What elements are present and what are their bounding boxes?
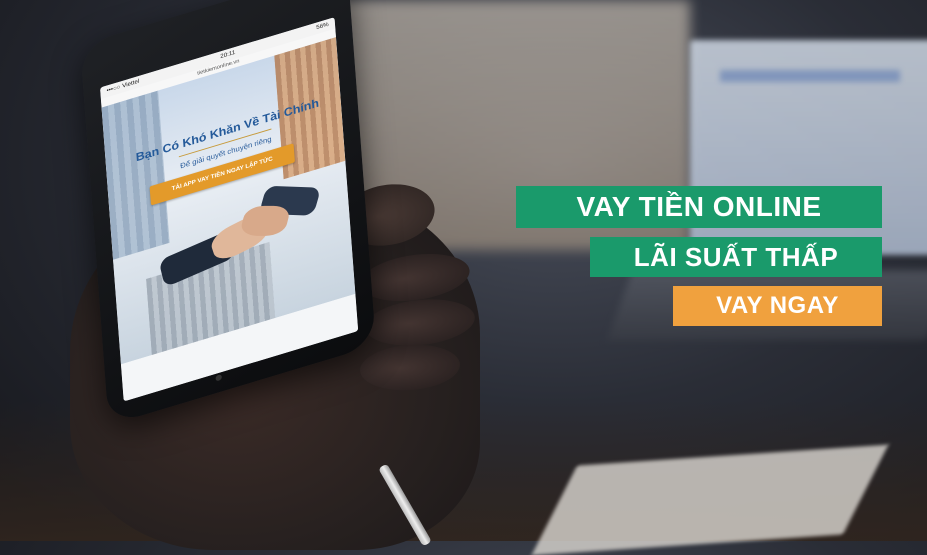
headline-banner: VAY TIỀN ONLINE [516, 186, 882, 228]
home-button-icon[interactable] [215, 374, 223, 382]
call-to-action-banner[interactable]: VAY NGAY [673, 286, 882, 326]
subheadline-banner: LÃI SUẤT THẤP [590, 237, 882, 277]
phone-body: •••○○ Viettel 20:11 56% tietkiemonline.v… [80, 0, 377, 426]
background-monitor-bar [720, 70, 900, 82]
hand-right [238, 205, 292, 236]
smartphone: •••○○ Viettel 20:11 56% tietkiemonline.v… [40, 0, 480, 465]
phone-screen[interactable]: •••○○ Viettel 20:11 56% tietkiemonline.v… [100, 17, 359, 402]
